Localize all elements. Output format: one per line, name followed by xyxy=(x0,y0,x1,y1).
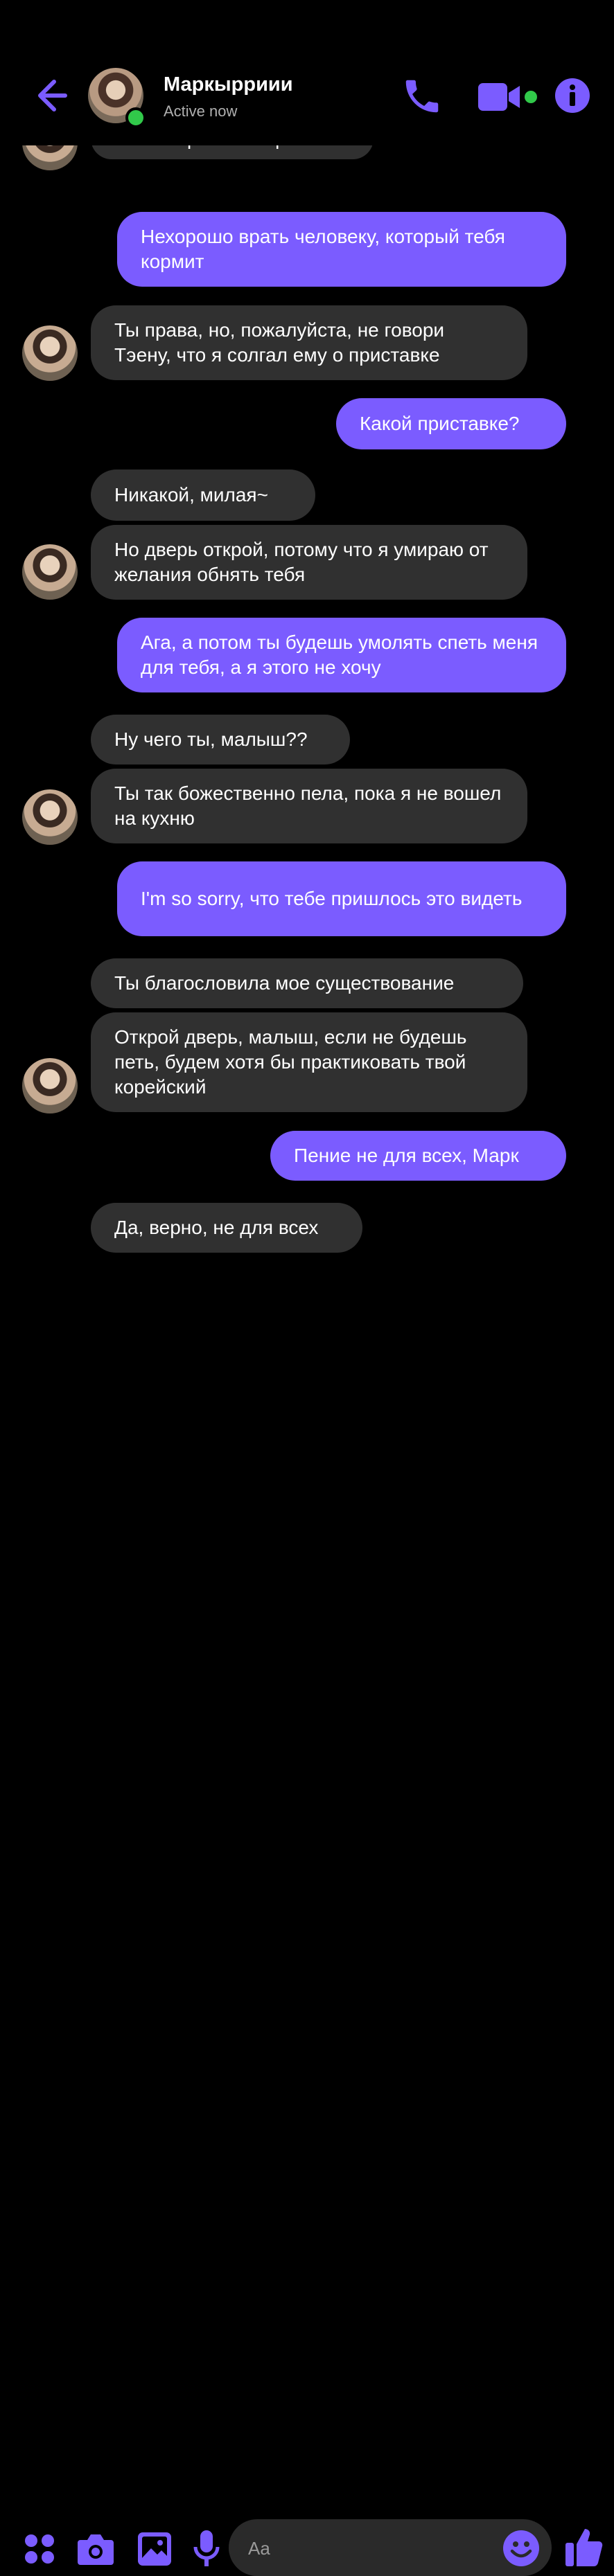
like-icon[interactable] xyxy=(564,2526,603,2568)
avatar[interactable] xyxy=(22,544,78,600)
message-incoming[interactable]: Ну чего ты, малыш?? xyxy=(91,715,350,764)
avatar[interactable] xyxy=(22,325,78,381)
message-incoming[interactable]: Но дверь открой, потому что я умираю от … xyxy=(91,525,527,600)
info-icon[interactable] xyxy=(554,78,590,114)
message-incoming[interactable]: Ты права, но, пожалуйста, не говори Тэен… xyxy=(91,305,527,380)
chat-header: Маркырриии Active now xyxy=(0,0,614,145)
message-incoming[interactable]: Ты так божественно пела, пока я не вошел… xyxy=(91,769,527,843)
composer-bar: Aa xyxy=(0,1253,614,2576)
message-outgoing[interactable]: Нехорошо врать человеку, который тебя ко… xyxy=(117,212,566,287)
message-outgoing[interactable]: Пение не для всех, Марк xyxy=(270,1131,566,1181)
video-call-icon[interactable] xyxy=(477,78,539,116)
online-indicator xyxy=(125,107,146,128)
message-outgoing[interactable]: Какой приставке? xyxy=(336,398,566,449)
back-arrow-icon[interactable] xyxy=(28,75,69,116)
avatar[interactable] xyxy=(22,1058,78,1113)
contact-name[interactable]: Маркырриии xyxy=(164,73,293,96)
phone-call-icon[interactable] xyxy=(401,75,444,118)
avatar[interactable] xyxy=(22,789,78,845)
microphone-icon[interactable] xyxy=(193,2529,220,2569)
camera-icon[interactable] xyxy=(76,2532,115,2566)
message-incoming[interactable]: Никакой, милая~ xyxy=(91,469,315,521)
message-incoming[interactable]: Ты благословила мое существование xyxy=(91,958,523,1008)
message-incoming[interactable]: Да, верно, не для всех xyxy=(91,1203,362,1253)
gallery-icon[interactable] xyxy=(136,2530,173,2568)
contact-status: Active now xyxy=(164,102,238,120)
apps-icon[interactable] xyxy=(24,2533,55,2565)
message-incoming[interactable]: Открой дверь, малыш, если не будешь петь… xyxy=(91,1012,527,1112)
message-outgoing[interactable]: I'm so sorry, что тебе пришлось это виде… xyxy=(117,861,566,936)
message-input-placeholder: Aa xyxy=(248,2538,270,2559)
emoji-icon[interactable] xyxy=(502,2529,541,2568)
message-outgoing[interactable]: Ага, а потом ты будешь умолять спеть мен… xyxy=(117,618,566,692)
